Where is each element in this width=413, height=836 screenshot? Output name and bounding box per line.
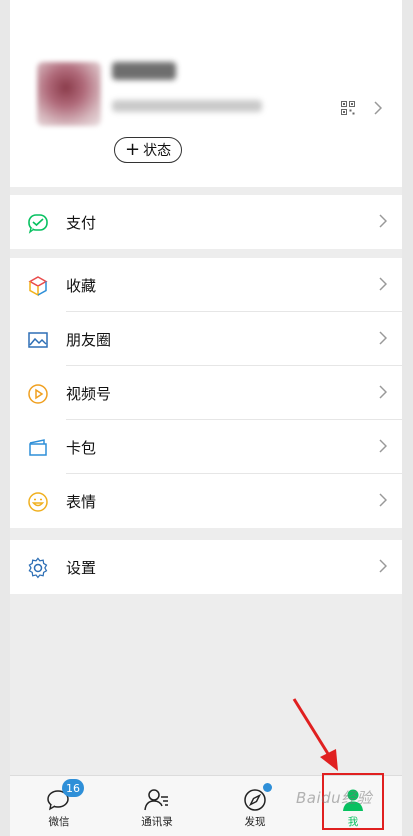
- features-group: 收藏 朋友圈 视频号 卡包 表情: [10, 258, 402, 528]
- chevron-right-icon: [379, 331, 387, 345]
- menu-item-favorites[interactable]: 收藏: [10, 258, 402, 312]
- chevron-right-icon: [379, 439, 387, 453]
- tab-label: 通讯录: [141, 816, 173, 828]
- menu-item-label: 收藏: [66, 276, 97, 295]
- status-button[interactable]: + 状态: [114, 137, 183, 163]
- card-wallet-icon: [29, 439, 47, 456]
- menu-item-label: 朋友圈: [66, 330, 112, 349]
- tab-discover[interactable]: 发现: [206, 776, 304, 832]
- menu-item-settings[interactable]: 设置: [10, 540, 402, 594]
- nickname-blurred: [112, 62, 176, 80]
- favorites-cube-icon: [28, 276, 48, 297]
- menu-item-label: 支付: [66, 213, 97, 232]
- annotation-arrow: [292, 698, 338, 771]
- chevron-right-icon: [374, 101, 382, 115]
- settings-group: 设置: [10, 540, 402, 594]
- pay-group: 支付: [10, 195, 402, 249]
- chevron-right-icon: [379, 214, 387, 228]
- settings-gear-icon: [28, 557, 48, 579]
- menu-item-moments[interactable]: 朋友圈: [10, 312, 402, 366]
- contacts-person-icon: [144, 789, 168, 811]
- chevron-right-icon: [379, 385, 387, 399]
- tab-label: 发现: [244, 816, 266, 828]
- compass-icon: [244, 789, 266, 811]
- tab-contacts[interactable]: 通讯录: [108, 776, 206, 832]
- menu-item-cards[interactable]: 卡包: [10, 420, 402, 474]
- new-dot-indicator: [263, 783, 272, 792]
- menu-item-label: 视频号: [66, 384, 112, 403]
- profile-card[interactable]: + 状态: [10, 0, 402, 187]
- chevron-right-icon: [379, 493, 387, 507]
- plus-icon: +: [125, 139, 141, 160]
- wechat-id-blurred: [112, 100, 262, 112]
- chevron-right-icon: [379, 277, 387, 291]
- menu-item-label: 卡包: [66, 438, 97, 457]
- pay-icon: [28, 214, 48, 234]
- chevron-right-icon: [379, 559, 387, 573]
- menu-item-stickers[interactable]: 表情: [10, 474, 402, 528]
- sticker-smiley-icon: [28, 492, 48, 512]
- tab-chats[interactable]: 16 微信: [10, 776, 108, 832]
- menu-item-label: 表情: [66, 492, 97, 511]
- menu-item-pay[interactable]: 支付: [10, 195, 402, 249]
- tab-label: 微信: [48, 816, 70, 828]
- moments-image-icon: [28, 332, 48, 348]
- avatar[interactable]: [37, 62, 101, 126]
- menu-item-channels[interactable]: 视频号: [10, 366, 402, 420]
- unread-badge: 16: [62, 779, 84, 797]
- status-label: 状态: [143, 143, 172, 159]
- channels-play-icon: [28, 384, 48, 404]
- annotation-highlight-box: [322, 773, 384, 830]
- menu-item-label: 设置: [66, 558, 97, 577]
- qr-code-icon[interactable]: [341, 101, 355, 115]
